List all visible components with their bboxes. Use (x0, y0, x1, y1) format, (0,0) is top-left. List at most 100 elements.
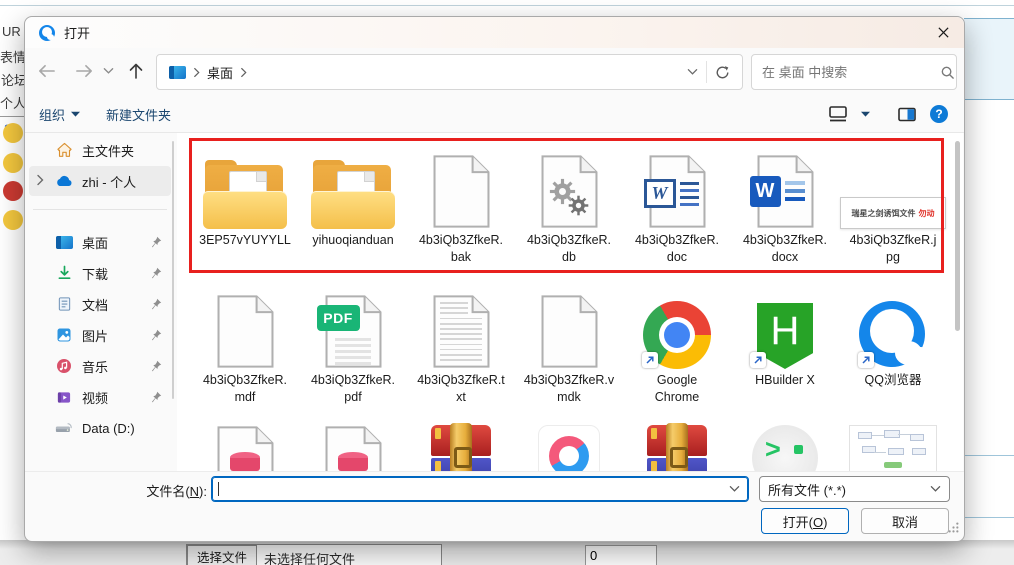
chevron-down-icon (71, 111, 81, 117)
open-file-dialog: 打开 桌面 在 桌面 中搜索 组织 新建文件夹 ? 主文件夹 zhi - 个人 … (24, 16, 965, 542)
preview-pane-icon (898, 107, 916, 121)
page-top-border (0, 5, 1014, 6)
footer-separator (25, 471, 964, 472)
sidebar-item-onedrive[interactable]: zhi - 个人 (29, 166, 171, 196)
sidebar-item-music[interactable]: 音乐 (29, 351, 171, 381)
emoji-circle-icon (3, 181, 23, 201)
filename-combobox[interactable] (211, 476, 749, 502)
file-tile[interactable] (407, 423, 515, 471)
search-input[interactable] (752, 63, 940, 81)
file-tile[interactable] (515, 425, 623, 471)
file-tile[interactable] (623, 423, 731, 471)
file-label: 4b3iQb3ZfkeR.t xt (417, 373, 505, 404)
organize-button[interactable]: 组织 (39, 105, 81, 124)
emoji-circle-icon (3, 123, 23, 143)
sidebar-item-documents[interactable]: 文档 (29, 289, 171, 319)
file-tile[interactable]: > (731, 425, 839, 471)
emoji-circle-icon (3, 153, 23, 173)
pin-icon (150, 236, 162, 248)
search-box[interactable] (751, 54, 957, 90)
sidebar-items: 主文件夹 zhi - 个人桌面下载文档图片音乐 视频 Data (D:) (29, 135, 171, 444)
help-button[interactable]: ? (930, 105, 948, 123)
bg-rule (964, 517, 1014, 518)
chevron-down-icon[interactable] (729, 485, 740, 493)
text-caret (218, 482, 219, 496)
refresh-icon (716, 65, 729, 78)
cancel-button[interactable]: 取消 (861, 508, 949, 534)
chevron-right-icon[interactable] (240, 67, 247, 78)
terminal-icon: > (752, 425, 818, 471)
filetype-select[interactable]: 所有文件 (*.*) (759, 476, 950, 502)
preview-pane-button[interactable] (898, 107, 916, 122)
pin-icon (150, 267, 162, 279)
file-tile[interactable]: yihuoqianduan (299, 141, 407, 266)
file-tile[interactable]: 3EP57vYUYYLL (191, 141, 299, 266)
file-tile[interactable]: W 4b3iQb3ZfkeR. doc (623, 141, 731, 266)
sidebar-item-videos[interactable]: 视频 (29, 382, 171, 412)
address-dropdown-button[interactable] (687, 68, 698, 76)
bg-link-url[interactable]: UR (2, 24, 21, 39)
sidebar-item-drive[interactable]: Data (D:) (29, 413, 171, 443)
blank-file-icon (433, 154, 490, 229)
sidebar-item-label: 桌面 (82, 235, 109, 251)
file-tile[interactable] (839, 425, 947, 471)
view-dropdown-button[interactable] (861, 111, 870, 117)
file-label: 4b3iQb3ZfkeR.v mdk (523, 373, 615, 404)
emoji-circle-icon (3, 210, 23, 230)
sidebar-item-home[interactable]: 主文件夹 (29, 135, 171, 165)
files-row-1: 3EP57vYUYYLL yihuoqianduan 4b3iQb3ZfkeR. ba… (191, 141, 947, 266)
sidebar-item-label: 文档 (82, 297, 109, 313)
database-cylinder-file-icon (325, 425, 382, 471)
up-button[interactable] (123, 59, 149, 83)
file-tile[interactable]: 4b3iQb3ZfkeR. bak (407, 141, 515, 266)
file-tile[interactable]: 4b3iQb3ZfkeR.v mdk (515, 281, 623, 406)
breadcrumb-desktop[interactable]: 桌面 (207, 63, 233, 82)
search-icon (940, 65, 955, 80)
file-tile[interactable]: Google Chrome (623, 281, 731, 406)
screen: UR 表情 论坛 个人 a 选择文件 未选择任何文件 打开 (0, 0, 1014, 565)
resize-grip[interactable] (948, 521, 959, 536)
close-button[interactable] (930, 20, 956, 45)
home-icon (55, 141, 73, 159)
file-tile[interactable]: W 4b3iQb3ZfkeR. docx (731, 141, 839, 266)
folder-icon (203, 157, 287, 229)
sidebar-item-downloads[interactable]: 下载 (29, 258, 171, 288)
file-tile[interactable]: PDF 4b3iQb3ZfkeR. pdf (299, 281, 407, 406)
file-tile[interactable]: QQ浏览器 (839, 281, 947, 406)
forward-button[interactable] (71, 59, 97, 83)
dialog-titlebar[interactable]: 打开 (25, 17, 964, 48)
bg-link-personal[interactable]: 个人 (0, 93, 26, 112)
folder-icon (311, 157, 395, 229)
sidebar-scrollbar[interactable] (172, 141, 174, 399)
shortcut-arrow-icon (858, 352, 874, 368)
sidebar-item-label: 图片 (82, 328, 109, 344)
new-folder-button[interactable]: 新建文件夹 (106, 105, 171, 124)
open-button[interactable]: 打开(O) (761, 508, 849, 534)
bg-link-emoticon[interactable]: 表情 (0, 47, 26, 66)
file-tile[interactable]: 4b3iQb3ZfkeR.t xt (407, 281, 515, 406)
sidebar-item-desktop[interactable]: 桌面 (29, 227, 171, 257)
choose-file-button[interactable]: 选择文件 (187, 545, 257, 565)
count-input[interactable] (585, 545, 657, 565)
recent-locations-button[interactable] (99, 59, 117, 83)
expand-chevron-icon[interactable] (36, 174, 44, 186)
file-tile[interactable]: H HBuilder X (731, 281, 839, 406)
database-cylinder-file-icon (217, 425, 274, 471)
pin-icon (152, 298, 162, 310)
files-scrollbar[interactable] (955, 141, 960, 331)
files-row-3: > (191, 423, 947, 471)
large-icons-view-icon (829, 106, 847, 122)
file-tile[interactable] (191, 425, 299, 471)
file-tile[interactable]: 瑞星之剑诱饵文件 勿动 4b3iQb3ZfkeR.j pg (839, 141, 947, 266)
refresh-button[interactable] (715, 65, 730, 80)
file-tile[interactable]: 4b3iQb3ZfkeR. db (515, 141, 623, 266)
back-button[interactable] (33, 59, 59, 83)
view-mode-button[interactable] (829, 106, 847, 122)
sidebar-item-pictures[interactable]: 图片 (29, 320, 171, 350)
address-bar[interactable]: 桌面 (156, 54, 743, 90)
files-row-2: 4b3iQb3ZfkeR. mdf PDF 4b3iQb3ZfkeR. pdf 4b3iQ… (191, 281, 947, 406)
file-tile[interactable] (299, 425, 407, 471)
file-tile[interactable]: 4b3iQb3ZfkeR. mdf (191, 281, 299, 406)
filename-input[interactable] (212, 480, 729, 498)
file-label: 4b3iQb3ZfkeR. mdf (202, 373, 288, 404)
